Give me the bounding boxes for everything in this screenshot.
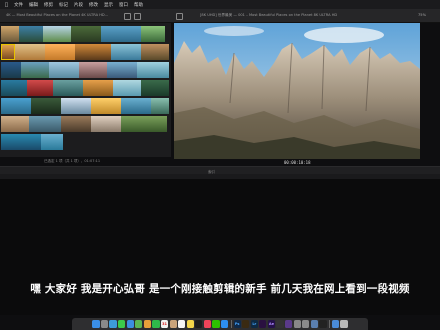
lightroom-icon[interactable]: Lr — [250, 320, 258, 328]
trash-icon[interactable] — [340, 320, 348, 328]
messages-icon[interactable] — [118, 320, 126, 328]
menu-window[interactable]: 窗口 — [119, 2, 128, 8]
viewer-title: [8K UHD] 世界最美 — 001 – Most Beautiful Pla… — [200, 13, 338, 17]
zoom-level[interactable]: 75% — [418, 13, 426, 17]
filmstrip[interactable] — [1, 62, 169, 78]
viewer-frame — [174, 23, 420, 159]
notes-icon[interactable] — [186, 320, 194, 328]
filmstrip[interactable] — [1, 98, 169, 114]
launchpad-icon[interactable] — [100, 320, 109, 328]
reminders-icon[interactable] — [178, 320, 186, 328]
list-view-icon[interactable] — [134, 12, 141, 20]
settings-icon[interactable] — [302, 320, 310, 328]
downloads-icon[interactable] — [331, 320, 340, 328]
menu-help[interactable]: 帮助 — [134, 2, 143, 8]
after-effects-icon[interactable]: Ae — [267, 320, 276, 328]
menu-file[interactable]: 文件 — [14, 2, 23, 8]
finder-icon[interactable] — [92, 320, 100, 328]
subtitle-caption: 嘿 大家好 我是开心弘哥 是一个刚接触剪辑的新手 前几天我在网上看到一段视频 — [30, 283, 410, 295]
browser-view-controls — [124, 12, 141, 20]
maps-icon[interactable] — [135, 320, 143, 328]
filmstrip[interactable] — [1, 116, 167, 132]
music-icon[interactable] — [203, 320, 212, 328]
filmstrip[interactable] — [1, 44, 169, 60]
clip-browser — [0, 23, 171, 157]
viewer-controls — [176, 12, 183, 20]
dock: 31 Ps Lr Ae — [72, 318, 368, 330]
compressor-icon[interactable] — [293, 320, 301, 328]
wechat-icon[interactable] — [212, 320, 220, 328]
filmstrip[interactable] — [1, 26, 165, 42]
app-store-icon[interactable] — [221, 320, 229, 328]
menu-trim[interactable]: 修剪 — [44, 2, 53, 8]
calendar-icon[interactable]: 31 — [160, 320, 169, 328]
viewer-controls-bar: 00:00:10:18 — [174, 159, 420, 166]
menu-modify[interactable]: 修改 — [89, 2, 98, 8]
menu-edit[interactable]: 编辑 — [29, 2, 38, 8]
viewer-options-icon[interactable] — [176, 12, 183, 20]
filmstrip[interactable] — [1, 80, 169, 96]
dock-separator — [230, 320, 232, 328]
toolbar: 4K — Most Beautiful Places on the Planet… — [0, 9, 440, 23]
photos-icon[interactable] — [143, 320, 151, 328]
library-title: 4K — Most Beautiful Places on the Planet… — [6, 13, 109, 17]
premiere-icon[interactable] — [259, 320, 267, 328]
final-cut-icon[interactable] — [276, 320, 284, 328]
timecode-display: 00:00:10:18 — [284, 159, 311, 165]
menu-mark[interactable]: 标记 — [59, 2, 68, 8]
mail-icon[interactable] — [126, 320, 134, 328]
tv-icon[interactable] — [195, 320, 203, 328]
photoshop-icon[interactable]: Ps — [233, 320, 241, 328]
filmstrip[interactable] — [1, 134, 63, 150]
selection-info: 已选定 1 项（共 1 项），01:07:11 — [44, 159, 101, 163]
facetime-icon[interactable] — [152, 320, 160, 328]
safari-icon[interactable] — [109, 320, 117, 328]
motion-icon[interactable] — [285, 320, 293, 328]
apple-menu-icon[interactable]:  — [5, 2, 8, 8]
filmstrip-view-icon[interactable] — [124, 12, 131, 20]
dock-separator — [328, 320, 330, 328]
illustrator-icon[interactable] — [242, 320, 250, 328]
viewer[interactable] — [174, 23, 420, 159]
menu-view[interactable]: 显示 — [104, 2, 113, 8]
menu-clip[interactable]: 片段 — [74, 2, 83, 8]
terminal-icon[interactable] — [319, 320, 327, 328]
menu-bar:  文件 编辑 修剪 标记 片段 修改 显示 窗口 帮助 — [0, 0, 440, 9]
preview-icon[interactable] — [310, 320, 318, 328]
contacts-icon[interactable] — [169, 320, 177, 328]
